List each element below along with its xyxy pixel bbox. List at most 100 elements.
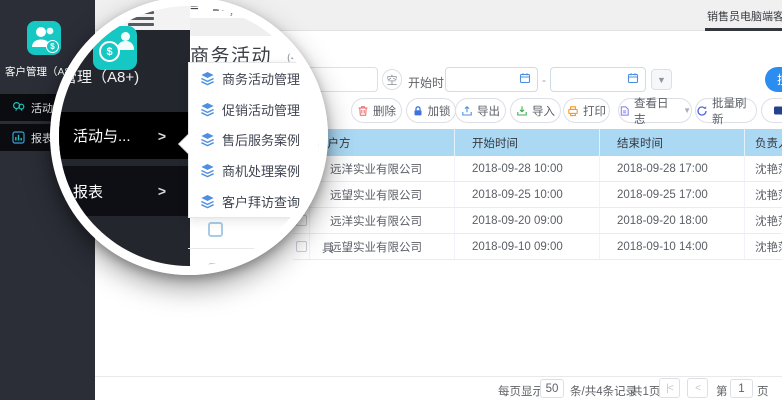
text-fragment	[213, 9, 219, 11]
pagination-divider	[95, 376, 782, 377]
print-button[interactable]: 打印	[563, 98, 610, 123]
chevron-down-icon: ▼	[683, 106, 691, 115]
app-window: 销售员电脑端客户管理 空 开始时间 - ▼ 搜索 删除 加锁 导出 导入 打印	[0, 0, 782, 400]
cell-owner: 沈艳萍	[745, 208, 782, 233]
cell-owner: 沈艳萍	[745, 156, 782, 181]
layers-icon	[200, 102, 215, 117]
activities-table: 客户方 开始时间 结束时间 负责人 远洋实业有限公司 2018-09-28 10…	[293, 129, 782, 260]
trash-icon	[357, 105, 369, 117]
jump-prefix-label: 第	[716, 383, 728, 399]
export-button[interactable]: 导出	[455, 98, 506, 123]
cell-end: 2018-09-20 18:00	[600, 208, 745, 233]
cell-start: 2018-09-20 09:00	[455, 208, 600, 233]
cell-customer: 远望实业有限公司	[310, 182, 455, 207]
lock-button[interactable]: 加锁	[406, 98, 456, 123]
dollar-badge-icon: $	[99, 41, 120, 62]
date-to-input[interactable]	[550, 67, 646, 92]
checkbox-icon	[296, 241, 307, 252]
dollar-badge-icon: $	[46, 40, 59, 53]
cell-customer: 远洋实业有限公司	[310, 156, 455, 181]
log-icon	[619, 105, 630, 117]
date-from-input[interactable]	[445, 67, 538, 92]
table-row[interactable]: 远望实业有限公司 2018-09-10 09:00 2018-09-10 14:…	[293, 234, 782, 260]
date-separator: -	[542, 73, 546, 87]
menu-item-opportunity-case[interactable]: 商机处理案例	[189, 155, 319, 186]
col-end-time[interactable]: 结束时间	[600, 129, 745, 156]
bar-chart-icon	[12, 131, 25, 144]
cell-start: 2018-09-28 10:00	[455, 156, 600, 181]
magnifier-content: ≡ ， $ 管理（A8+) 活动与... > 报表 > 商务活动 (4条)	[59, 6, 319, 266]
cell-start: 2018-09-25 10:00	[455, 182, 600, 207]
cell-owner: 沈艳萍	[745, 182, 782, 207]
menu-item-promotion-activity[interactable]: 促销活动管理	[189, 94, 319, 125]
menu-item-business-activity[interactable]: 商务活动管理	[189, 63, 319, 94]
flyout-menu: 商务活动管理 促销活动管理 售后服务案例 商机处理案例 客户拜访查询	[188, 62, 319, 218]
cell-owner: 沈艳萍	[745, 234, 782, 259]
cell-end: 2018-09-28 17:00	[600, 156, 745, 181]
sidebar-item-reports[interactable]: 报表 >	[59, 166, 190, 216]
zoomed-row-checkbox[interactable]	[208, 263, 223, 266]
hamburger-icon: ≡	[190, 6, 199, 15]
tab-active-underline	[705, 28, 782, 31]
view-log-button[interactable]: 查看日志 ▼	[618, 98, 692, 123]
import-icon	[516, 105, 528, 117]
customer-management-app-icon: $	[93, 26, 137, 70]
sidebar-item-activities[interactable]: 活动与... >	[59, 112, 190, 159]
records-label: 条/共4条记录	[570, 383, 637, 399]
cell-end: 2018-09-25 17:00	[600, 182, 745, 207]
layers-icon	[200, 132, 215, 147]
jump-suffix-label: 页	[757, 383, 769, 399]
filter-expand-button[interactable]: ▼	[651, 69, 672, 90]
col-start-time[interactable]: 开始时间	[455, 129, 600, 156]
text-fragment	[222, 9, 226, 11]
page-size-label: 每页显示	[498, 383, 544, 399]
row-checkbox[interactable]	[293, 234, 310, 259]
first-page-button[interactable]: |<	[659, 378, 680, 398]
lock-icon	[412, 105, 424, 117]
cell-customer: 远洋实业有限公司	[310, 208, 455, 233]
search-button[interactable]: 搜索	[765, 67, 782, 92]
batch-refresh-button[interactable]: 批量刷新	[695, 98, 757, 123]
layers-icon	[200, 194, 215, 209]
chevron-down-icon: ▼	[657, 75, 666, 85]
export-icon	[461, 105, 473, 117]
total-pages-label: 共1页	[631, 383, 660, 399]
refresh-icon	[696, 105, 708, 117]
menu-item-customer-visit-query[interactable]: 客户拜访查询	[189, 186, 319, 217]
chevron-right-icon: >	[158, 183, 166, 199]
person-icon	[121, 32, 130, 41]
comma-mark: ，	[229, 6, 239, 18]
cell-end: 2018-09-10 14:00	[600, 234, 745, 259]
import-button[interactable]: 导入	[510, 98, 561, 123]
tab-sales-client[interactable]: 销售员电脑端客户管理	[707, 8, 782, 24]
magnifier-circle: ≡ ， $ 管理（A8+) 活动与... > 报表 > 商务活动 (4条)	[50, 0, 328, 275]
zoomed-row-divider	[188, 248, 304, 249]
table-header-row: 客户方 开始时间 结束时间 负责人	[293, 129, 782, 156]
app-label: 管理（A8+)	[62, 66, 139, 87]
page-size-input[interactable]: 50	[540, 379, 564, 398]
table-row[interactable]: 远洋实业有限公司 2018-09-20 09:00 2018-09-20 18:…	[293, 208, 782, 234]
calendar-icon	[627, 71, 639, 89]
col-customer[interactable]: 客户方	[310, 129, 455, 156]
zoomed-row-checkbox[interactable]	[208, 222, 223, 237]
table-row[interactable]: 远望实业有限公司 2018-09-25 10:00 2018-09-25 17:…	[293, 182, 782, 208]
partial-icon	[773, 105, 782, 116]
menu-item-aftersales-case[interactable]: 售后服务案例	[189, 125, 319, 156]
delete-button[interactable]: 删除	[351, 98, 402, 123]
table-row[interactable]: 远洋实业有限公司 2018-09-28 10:00 2018-09-28 17:…	[293, 156, 782, 182]
layers-icon	[200, 71, 215, 86]
partial-button[interactable]	[761, 98, 782, 123]
balloons-icon	[12, 101, 25, 114]
layers-icon	[200, 163, 215, 178]
cell-start: 2018-09-10 09:00	[455, 234, 600, 259]
col-owner[interactable]: 负责人	[745, 129, 782, 156]
zoomed-header-band	[190, 18, 319, 36]
chevron-right-icon: >	[158, 128, 166, 144]
current-page-input[interactable]: 1	[730, 379, 753, 398]
empty-button[interactable]: 空	[382, 69, 402, 90]
prev-page-button[interactable]: <	[687, 378, 708, 398]
truncated-cell-text: 具	[322, 240, 334, 256]
calendar-icon	[519, 71, 531, 89]
printer-icon	[567, 105, 579, 117]
customer-management-app-icon[interactable]: $	[27, 21, 61, 55]
